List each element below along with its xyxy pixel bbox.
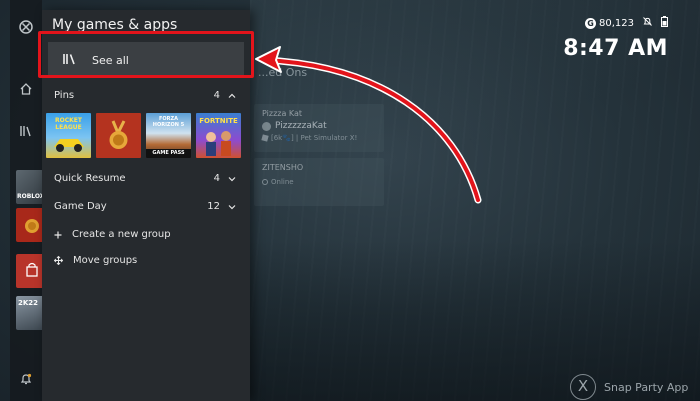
chevron-up-icon	[228, 93, 236, 98]
friend-card[interactable]: Pizzza Kat PizzzzzaKat [6k🐾] | Pet Simul…	[254, 104, 384, 152]
friend-status-row: [6k🐾] | Pet Simulator X!	[261, 134, 376, 142]
game-pass-badge: GAME PASS	[146, 149, 191, 158]
friend-name: Pizzza Kat	[262, 109, 303, 118]
highlight-box	[38, 31, 254, 78]
pins-header[interactable]: Pins 4	[54, 90, 236, 101]
status-row: G 80,123	[563, 16, 668, 30]
chevron-down-icon	[228, 204, 236, 209]
friends-section-heading: ...ed Ons	[258, 66, 308, 79]
roblox-icon	[261, 134, 269, 142]
game-day-label: Game Day	[54, 201, 107, 212]
notifications-icon[interactable]	[18, 372, 34, 388]
rail-tile-label: ROBLOX	[17, 193, 45, 200]
snap-party-label: Snap Party App	[604, 380, 689, 394]
battery-icon	[661, 16, 668, 30]
rail-tile-label: 2K22	[18, 299, 39, 307]
notifications-muted-icon	[642, 16, 653, 30]
create-group-label: Create a new group	[72, 229, 171, 240]
xbox-logo-icon[interactable]	[18, 20, 34, 36]
quick-resume-header[interactable]: Quick Resume 4	[54, 173, 236, 184]
pin-caption: FORZA HORIZON 5	[152, 116, 185, 128]
gamerscore: G 80,123	[585, 17, 634, 29]
friend-gamertag: PizzzzzaKat	[275, 121, 327, 131]
car-icon	[54, 139, 84, 152]
game-day-header[interactable]: Game Day 12	[54, 201, 236, 212]
home-icon[interactable]	[18, 82, 34, 98]
gamerscore-icon: G	[585, 17, 596, 29]
friend-status: [6k🐾] | Pet Simulator X!	[271, 134, 358, 142]
plus-icon	[54, 231, 62, 238]
create-group-button[interactable]: Create a new group	[54, 229, 171, 240]
pins-row: ROCKET LEAGUE FORZA HORIZON 5 GAME PASS …	[46, 113, 241, 158]
snap-party-hint[interactable]: X Snap Party App	[570, 374, 688, 400]
online-status-icon	[262, 179, 268, 185]
pins-count: 4	[213, 90, 220, 101]
pinned-achievements-tile[interactable]	[96, 113, 141, 158]
system-status: G 80,123 8:47 AM	[563, 16, 668, 61]
move-groups-button[interactable]: Move groups	[54, 255, 137, 266]
clock: 8:47 AM	[563, 36, 668, 61]
pinned-game-tile[interactable]: FORTNITE	[196, 113, 241, 158]
quick-resume-count: 4	[213, 173, 220, 184]
chevron-down-icon	[228, 176, 236, 181]
move-icon	[54, 256, 63, 265]
friend-status: Online	[271, 178, 294, 186]
friend-name: ZITENSHO	[262, 163, 304, 172]
quick-resume-label: Quick Resume	[54, 173, 126, 184]
pins-label: Pins	[54, 90, 75, 101]
avatar-icon	[262, 121, 271, 131]
game-day-count: 12	[207, 201, 220, 212]
friend-card[interactable]: ZITENSHO Online	[254, 158, 384, 206]
friend-status-row: Online	[262, 178, 376, 186]
friend-gamertag-row: PizzzzzaKat	[262, 121, 376, 131]
pinned-game-tile[interactable]: ROCKET LEAGUE	[46, 113, 91, 158]
move-groups-label: Move groups	[73, 255, 138, 266]
medal-icon	[109, 120, 128, 149]
pinned-game-tile[interactable]: FORZA HORIZON 5 GAME PASS	[146, 113, 191, 158]
gamerscore-value: 80,123	[599, 17, 634, 29]
x-button-icon: X	[570, 374, 596, 400]
library-icon[interactable]	[18, 124, 34, 140]
characters-icon	[206, 131, 231, 156]
